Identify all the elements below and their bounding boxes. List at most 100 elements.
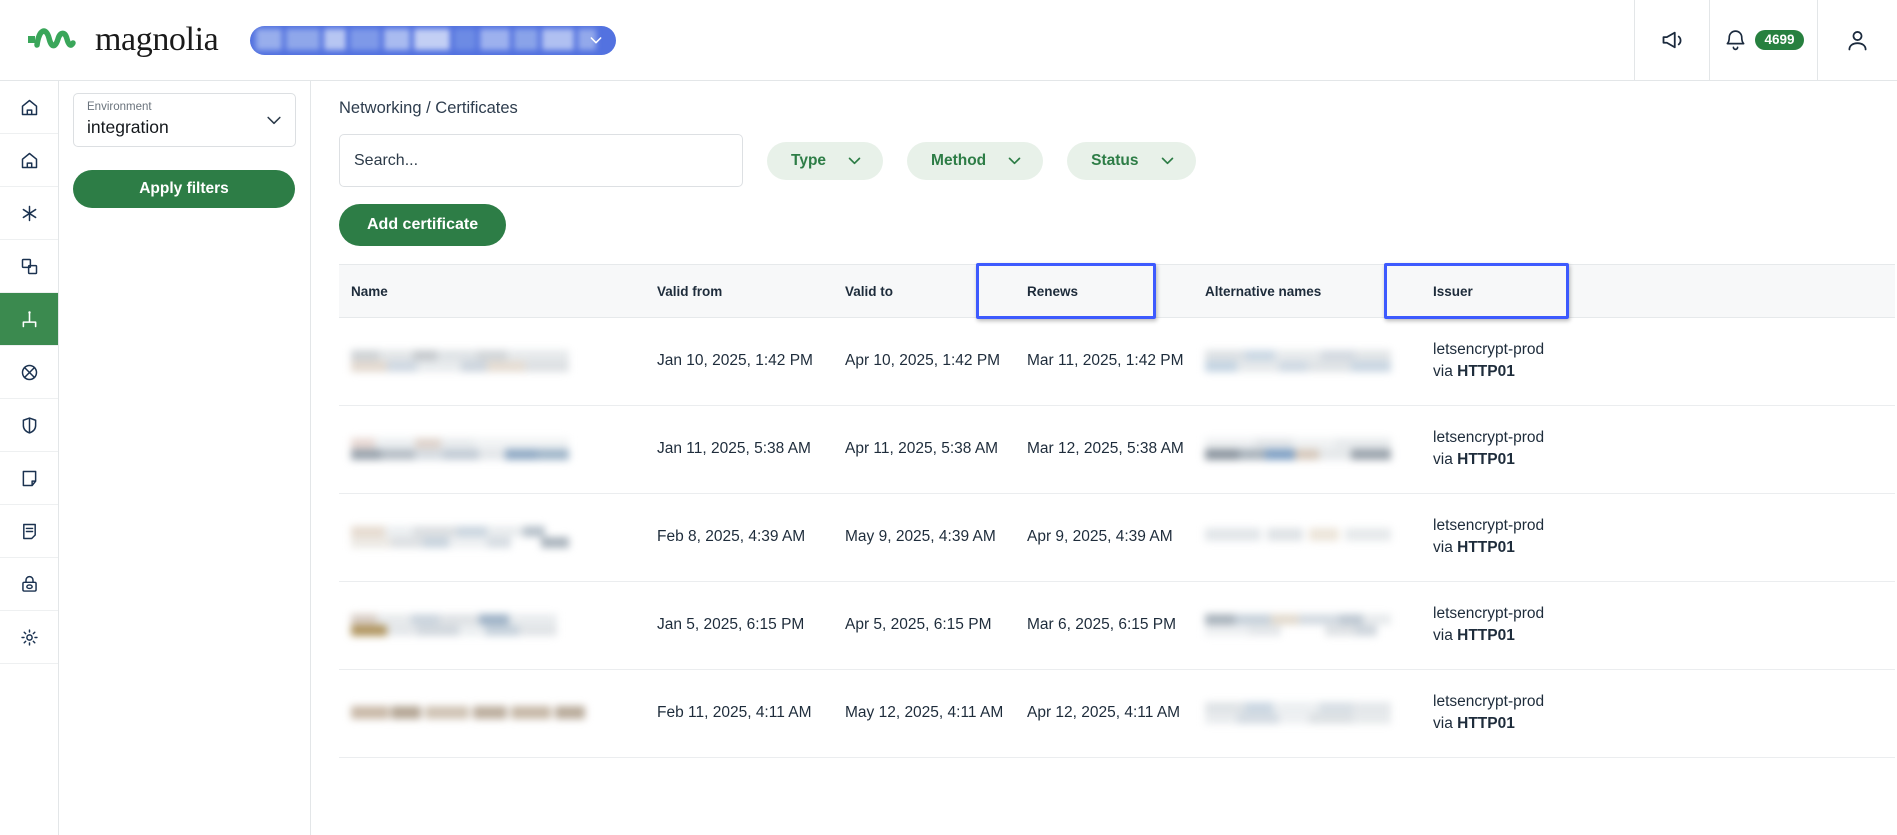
issuer-name: letsencrypt-prod: [1433, 516, 1545, 534]
column-header-alternative-names[interactable]: Alternative names: [1193, 264, 1421, 318]
environment-select-label: Environment: [87, 101, 152, 113]
table-row[interactable]: Feb 8, 2025, 4:39 AM May 9, 2025, 4:39 A…: [339, 493, 1895, 582]
sidebar-item-applications[interactable]: [0, 240, 58, 293]
cell-name: [339, 493, 645, 582]
sidebar-item-settings[interactable]: [0, 611, 58, 664]
cell-renews: Apr 12, 2025, 4:11 AM: [1015, 669, 1193, 758]
cell-alternative-names: [1193, 581, 1421, 670]
search-input[interactable]: [354, 151, 728, 170]
chevron-down-icon: [848, 157, 861, 165]
cell-name: [339, 317, 645, 406]
column-header-issuer[interactable]: Issuer: [1421, 264, 1895, 318]
issuer-method: HTTP01: [1457, 715, 1515, 733]
filter-chip-method[interactable]: Method: [907, 141, 1044, 180]
cell-valid-to: Apr 5, 2025, 6:15 PM: [833, 581, 1015, 670]
issuer-via-prefix: via: [1433, 715, 1458, 733]
issuer-via-prefix: via: [1433, 451, 1458, 469]
issuer-name: letsencrypt-prod: [1433, 341, 1545, 358]
search-field[interactable]: [339, 134, 743, 187]
sidebar-item-networking[interactable]: [0, 293, 58, 346]
redacted-alt-names: [1205, 702, 1391, 725]
network-topology-icon: [22, 310, 36, 327]
sidebar-item-logs[interactable]: [0, 505, 58, 558]
issuer-method-line: via HTTP01: [1433, 361, 1895, 383]
column-header-name[interactable]: Name: [339, 264, 645, 318]
issuer-method-line: via HTTP01: [1433, 625, 1895, 647]
table-row[interactable]: Jan 5, 2025, 6:15 PM Apr 5, 2025, 6:15 P…: [339, 581, 1895, 670]
column-header-valid-to[interactable]: Valid to: [833, 264, 1015, 318]
table-row[interactable]: Jan 11, 2025, 5:38 AM Apr 11, 2025, 5:38…: [339, 405, 1895, 494]
issuer-method: HTTP01: [1457, 539, 1515, 557]
top-header: magnolia 4699: [0, 0, 1897, 81]
filter-chip-type[interactable]: Type: [767, 141, 884, 180]
cell-name: [339, 669, 645, 758]
globe-crossed-icon: [21, 364, 37, 380]
cell-alternative-names: [1193, 669, 1421, 758]
shield-icon: [22, 416, 36, 434]
issuer-method-line: via HTTP01: [1433, 713, 1895, 735]
home-outline-icon: [21, 152, 37, 168]
environment-select[interactable]: Environment integration: [73, 93, 296, 147]
redacted-name: [351, 438, 569, 461]
lock-eye-icon: [21, 575, 37, 592]
filter-chip-status[interactable]: Status: [1067, 141, 1196, 180]
add-certificate-button[interactable]: Add certificate: [339, 204, 507, 246]
megaphone-icon: [1662, 31, 1681, 48]
redacted-name: [351, 704, 585, 722]
note-bookmark-icon: [22, 470, 36, 486]
app-root: magnolia 4699 Environment integration Ap…: [0, 0, 1897, 835]
sidebar-item-home[interactable]: [0, 81, 58, 134]
redacted-name: [351, 350, 569, 373]
announcements-button[interactable]: [1634, 0, 1709, 80]
table-row[interactable]: Feb 11, 2025, 4:11 AM May 12, 2025, 4:11…: [339, 669, 1895, 758]
apply-filters-button[interactable]: Apply filters: [73, 170, 295, 208]
cell-name: [339, 581, 645, 670]
chevron-down-icon: [1008, 157, 1021, 165]
cell-issuer: letsencrypt-prod via HTTP01: [1421, 581, 1895, 670]
filter-chip-method-label: Method: [931, 151, 987, 169]
sidebar-item-security[interactable]: [0, 399, 58, 452]
cell-name: [339, 405, 645, 494]
certificates-table-wrapper: Name Valid from Valid to Renews Alternat…: [311, 263, 1897, 758]
column-header-valid-from[interactable]: Valid from: [645, 264, 833, 318]
brand-logo[interactable]: magnolia: [0, 0, 219, 80]
account-button[interactable]: [1817, 0, 1897, 80]
sidebar-item-integrations[interactable]: [0, 187, 58, 240]
layers-stack-icon: [21, 258, 37, 274]
cell-renews: Mar 6, 2025, 6:15 PM: [1015, 581, 1193, 670]
table-body: Jan 10, 2025, 1:42 PM Apr 10, 2025, 1:42…: [339, 317, 1895, 758]
filters-panel: Environment integration Apply filters: [59, 81, 311, 835]
cell-renews: Mar 11, 2025, 1:42 PM: [1015, 317, 1193, 406]
main-content: Networking / Certificates Type Method St…: [311, 81, 1897, 835]
redacted-name: [351, 526, 569, 549]
notifications-button[interactable]: 4699: [1709, 0, 1817, 80]
issuer-method: HTTP01: [1457, 627, 1515, 645]
cell-valid-from: Feb 11, 2025, 4:11 AM: [645, 669, 833, 758]
sidebar-item-dns[interactable]: [0, 346, 58, 399]
filter-chip-type-label: Type: [791, 151, 827, 169]
breadcrumb: Networking / Certificates: [339, 99, 518, 117]
sidebar-item-dashboard[interactable]: [0, 134, 58, 187]
sidebar-item-access[interactable]: [0, 558, 58, 611]
issuer-name: letsencrypt-prod: [1433, 604, 1545, 622]
header-spacer: [616, 0, 1634, 80]
brand-name: magnolia: [95, 21, 219, 58]
issuer-method: HTTP01: [1457, 363, 1515, 381]
cell-renews: Apr 9, 2025, 4:39 AM: [1015, 493, 1193, 582]
cell-valid-to: May 12, 2025, 4:11 AM: [833, 669, 1015, 758]
cell-valid-to: Apr 10, 2025, 1:42 PM: [833, 317, 1015, 406]
cell-valid-from: Jan 11, 2025, 5:38 AM: [645, 405, 833, 494]
notification-count-badge: 4699: [1755, 29, 1804, 51]
chevron-down-icon: [590, 37, 602, 44]
sidebar-item-notes[interactable]: [0, 452, 58, 505]
issuer-method-line: via HTTP01: [1433, 537, 1895, 559]
chevron-down-icon: [267, 116, 281, 125]
toolbar: Type Method Status: [311, 118, 1897, 187]
document-lines-icon: [22, 523, 36, 539]
table-row[interactable]: Jan 10, 2025, 1:42 PM Apr 10, 2025, 1:42…: [339, 317, 1895, 406]
redacted-alt-names: [1205, 438, 1391, 461]
column-header-renews[interactable]: Renews: [1015, 264, 1193, 318]
magnolia-wave-logo-icon: [28, 28, 76, 49]
header-context-selector[interactable]: [250, 25, 617, 55]
cell-valid-from: Jan 5, 2025, 6:15 PM: [645, 581, 833, 670]
